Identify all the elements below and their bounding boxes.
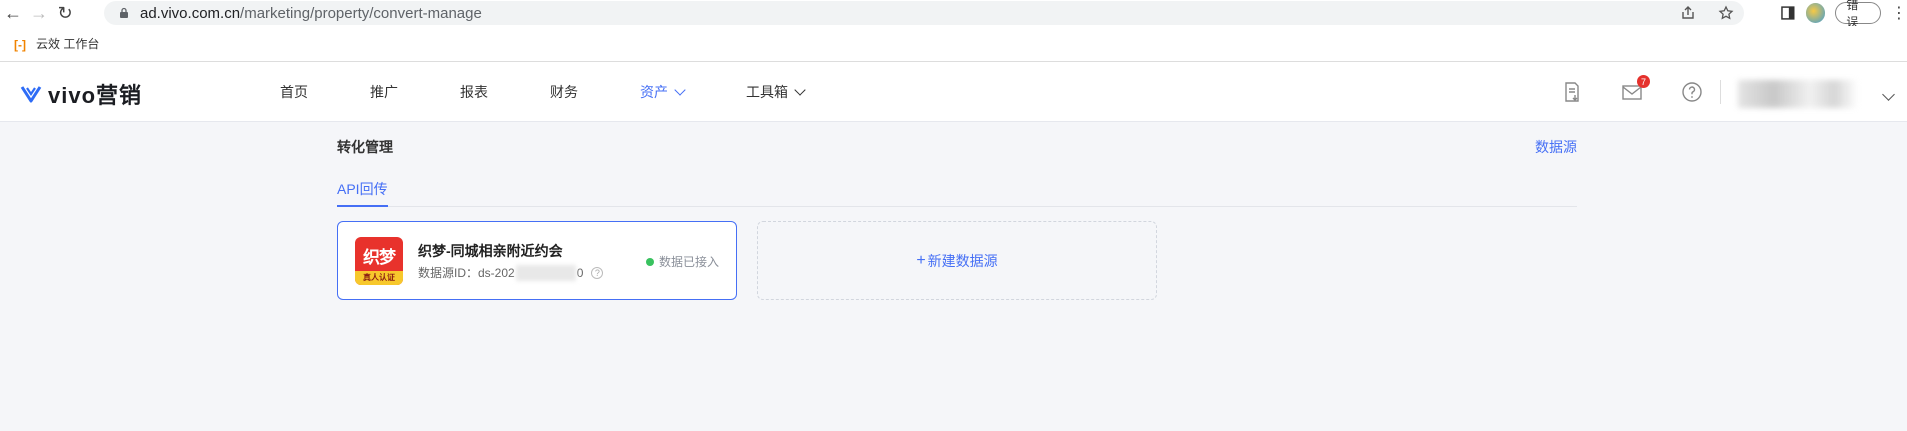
user-name-redacted	[1738, 80, 1858, 108]
status-text: 数据已接入	[659, 255, 720, 269]
header-divider	[1720, 80, 1721, 104]
chevron-down-icon	[674, 84, 686, 96]
chevron-down-icon[interactable]	[1882, 88, 1895, 101]
chevron-down-icon	[794, 84, 806, 96]
data-source-name: 织梦-同城相亲附近约会	[418, 243, 563, 259]
bookmark-yunxiao[interactable]: 云效 工作台	[36, 35, 99, 52]
kebab-menu-icon[interactable]: ⋮	[1891, 3, 1907, 23]
add-data-source-label: 新建数据源	[927, 252, 998, 269]
address-bar[interactable]: ad.vivo.com.cn /marketing/property/conve…	[104, 1, 1744, 25]
bookmarks-bar: [-] 云效 工作台	[0, 26, 1907, 62]
forward-icon[interactable]: →	[26, 1, 52, 25]
data-source-card[interactable]: 织梦 真人认证 织梦-同城相亲附近约会 数据源ID：ds-202 0 ? 数据已…	[337, 221, 737, 300]
nav-finance[interactable]: 财务	[550, 82, 578, 102]
message-button[interactable]: 7	[1620, 75, 1650, 104]
question-icon[interactable]: ?	[591, 266, 604, 279]
nav-toolbox[interactable]: 工具箱	[746, 82, 806, 102]
nav-home[interactable]: 首页	[280, 82, 308, 102]
share-icon[interactable]	[1680, 5, 1696, 21]
nav-assets[interactable]: 资产	[640, 82, 686, 102]
status-badge: 数据已接入	[646, 253, 719, 270]
data-source-id-tail: 0	[576, 265, 584, 280]
nav-reports[interactable]: 报表	[460, 82, 488, 102]
logo-text: vivo营销	[48, 83, 143, 108]
app-logo-text: 织梦	[363, 248, 396, 267]
user-account[interactable]	[1738, 76, 1868, 110]
data-source-id-label: 数据源ID：ds-202	[418, 266, 515, 280]
vivo-logo-icon	[20, 86, 42, 103]
main-nav: 首页 推广 报表 财务 资产 工具箱	[280, 62, 866, 122]
data-source-link[interactable]: 数据源	[1535, 137, 1577, 157]
profile-avatar[interactable]	[1805, 3, 1826, 23]
nav-promotion[interactable]: 推广	[370, 82, 398, 102]
star-icon[interactable]	[1718, 5, 1734, 21]
url-path: /marketing/property/convert-manage	[240, 4, 482, 22]
status-dot-icon	[646, 257, 654, 266]
tab-bar: API回传	[337, 170, 1577, 207]
reload-icon[interactable]: ↻	[52, 1, 78, 25]
back-icon[interactable]: ←	[0, 1, 26, 25]
browser-toolbar: ← → ↻ ad.vivo.com.cn /marketing/property…	[0, 0, 1907, 29]
app-logo-band: 真人认证	[355, 271, 403, 285]
plus-icon: +	[916, 251, 926, 269]
data-source-id: 数据源ID：ds-202 0 ?	[418, 264, 604, 281]
error-button[interactable]: 错误	[1835, 0, 1881, 29]
app-logo: 织梦 真人认证	[355, 237, 403, 285]
tab-api-callback[interactable]: API回传	[337, 179, 388, 207]
lock-icon	[120, 7, 128, 18]
page-title: 转化管理	[337, 139, 393, 155]
nav-assets-label: 资产	[640, 84, 668, 100]
message-badge: 7	[1637, 75, 1650, 88]
url-host: ad.vivo.com.cn	[140, 4, 241, 22]
help-circle-icon[interactable]	[1680, 80, 1704, 104]
yunxiao-icon: [-]	[14, 37, 26, 52]
site-header: vivo营销 首页 推广 报表 财务 资产 工具箱 7	[0, 62, 1907, 122]
nav-toolbox-label: 工具箱	[746, 84, 788, 100]
vivo-logo[interactable]: vivo营销	[20, 78, 142, 110]
document-download-icon[interactable]	[1560, 80, 1584, 104]
id-redacted	[515, 264, 576, 281]
add-data-source-button[interactable]: + 新建数据源	[757, 221, 1157, 300]
side-panel-icon[interactable]	[1780, 5, 1796, 21]
